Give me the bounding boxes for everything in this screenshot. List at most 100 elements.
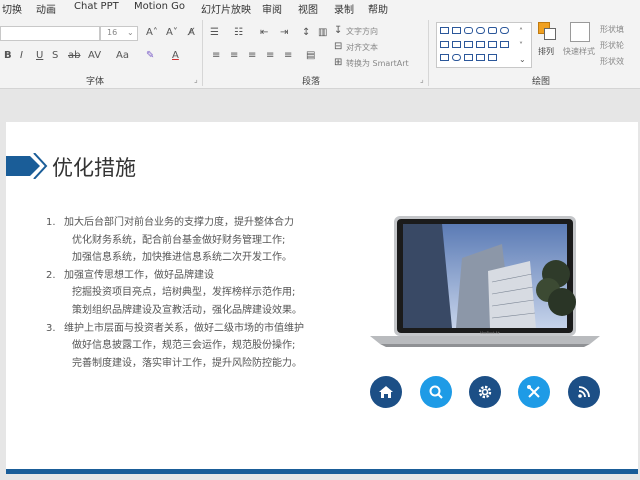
align-text-button[interactable]: 对齐文本 xyxy=(346,42,378,53)
slide-bottom-bar xyxy=(6,469,638,474)
tab-transitions[interactable]: 切换 xyxy=(2,1,22,16)
smartart-icon[interactable]: ⊞ xyxy=(334,57,342,69)
gallery-scroll-down-icon[interactable]: ˅ xyxy=(519,41,523,50)
columns-icon[interactable]: ▥ xyxy=(318,27,327,39)
laptop-image[interactable]: MacBook Air xyxy=(370,216,600,348)
paragraph-dialog-launcher-icon[interactable]: ⌟ xyxy=(420,75,424,84)
clear-format-icon[interactable]: A̸ xyxy=(188,27,195,39)
separator xyxy=(428,20,429,86)
elbow-shape-icon[interactable] xyxy=(488,41,497,48)
list-text: 加强宣传思想工作，做好品牌建设 xyxy=(64,269,214,281)
tab-record[interactable]: 录制 xyxy=(334,1,354,16)
shape-outline-button[interactable]: 形状轮 xyxy=(600,40,624,51)
tab-help[interactable]: 帮助 xyxy=(368,1,388,16)
align-text-icon[interactable]: ⊟ xyxy=(334,41,342,53)
increase-indent-icon[interactable]: ⇥ xyxy=(280,27,288,39)
font-dialog-launcher-icon[interactable]: ⌟ xyxy=(194,75,198,84)
list-item: 2. 加强宣传思想工作，做好品牌建设 xyxy=(46,267,304,285)
round-corner-shape-icon[interactable] xyxy=(488,27,497,34)
home-button[interactable] xyxy=(370,376,402,408)
tab-slideshow[interactable]: 幻灯片放映 xyxy=(201,1,251,16)
list-subitem: 策划组织品牌建设及宣教活动，强化品牌建设效果。 xyxy=(46,302,304,320)
paragraph-group-label: 段落 xyxy=(302,77,321,87)
strikethrough-icon[interactable]: ab xyxy=(68,50,80,62)
convert-smartart-button[interactable]: 转换为 SmartArt xyxy=(346,58,409,69)
tab-motion-go[interactable]: Motion Go xyxy=(134,1,185,12)
list-number: 3. xyxy=(46,322,56,334)
distributed-icon[interactable]: ≡ xyxy=(284,50,292,62)
justify-icon[interactable]: ≡ xyxy=(266,50,274,62)
bold-icon[interactable]: B xyxy=(4,50,12,62)
tab-chat-ppt[interactable]: Chat PPT xyxy=(74,1,119,12)
connector-shape-icon[interactable] xyxy=(476,41,485,48)
callout-shape-icon[interactable] xyxy=(488,54,497,61)
textbox-shape-icon[interactable] xyxy=(440,27,449,34)
scribble-shape-icon[interactable] xyxy=(452,54,461,61)
columns-alt-icon[interactable]: ▤ xyxy=(306,50,315,62)
gallery-scroll-up-icon[interactable]: ˄ xyxy=(519,27,523,36)
arrange-icon[interactable] xyxy=(538,22,556,40)
arrange-button[interactable]: 排列 xyxy=(538,46,554,57)
tab-animations[interactable]: 动画 xyxy=(36,1,56,16)
shape-effects-button[interactable]: 形状效 xyxy=(600,56,624,67)
list-text: 加大后台部门对前台业务的支撑力度，提升整体合力 xyxy=(64,217,294,228)
numbering-icon[interactable]: ☷ xyxy=(234,27,243,39)
home-icon xyxy=(379,386,393,398)
tab-view[interactable]: 视图 xyxy=(298,1,318,16)
rectangle-shape-icon[interactable] xyxy=(452,27,461,34)
tools-button[interactable] xyxy=(518,376,550,408)
ellipse-shape-icon[interactable] xyxy=(500,27,509,34)
star-shape-icon[interactable] xyxy=(476,54,485,61)
triangle-shape-icon[interactable] xyxy=(440,41,449,48)
measures-list[interactable]: 1. 加大后台部门对前台业务的支撑力度，提升整体合力 优化财务系统，配合前台基金做… xyxy=(46,214,304,372)
list-text: 完善制度建设，落实审计工作，提升风险防控能力。 xyxy=(72,357,302,369)
gallery-more-icon[interactable]: ⌄ xyxy=(519,55,526,64)
shadow-icon[interactable]: S xyxy=(52,50,58,62)
search-button[interactable] xyxy=(420,376,452,408)
align-center-icon[interactable]: ≡ xyxy=(230,50,238,62)
slide[interactable]: 优化措施 1. 加大后台部门对前台业务的支撑力度，提升整体合力 优化财务系统，配合… xyxy=(6,122,638,474)
rounded-rect-shape-icon[interactable] xyxy=(464,27,473,34)
align-left-icon[interactable]: ≡ xyxy=(212,50,220,62)
italic-icon[interactable]: I xyxy=(20,50,23,62)
list-subitem: 做好信息披露工作，规范三会运作，规范股份操作; xyxy=(46,337,304,355)
line-shape-icon[interactable] xyxy=(452,41,461,48)
rss-button[interactable] xyxy=(568,376,600,408)
font-size-value: 16 xyxy=(107,28,118,37)
shapes-gallery[interactable]: ˄ ˅ ⌄ xyxy=(436,22,532,68)
oval-shape-icon[interactable] xyxy=(476,27,485,34)
settings-button[interactable] xyxy=(469,376,501,408)
list-subitem: 挖掘投资项目亮点，培树典型，发挥榜样示范作用; xyxy=(46,284,304,302)
font-color-icon[interactable]: A xyxy=(172,50,179,62)
line-spacing-icon[interactable]: ↕ xyxy=(302,27,310,39)
bullets-icon[interactable]: ☰ xyxy=(210,27,219,39)
shrink-font-icon[interactable]: A˅ xyxy=(166,27,178,39)
quick-styles-button[interactable]: 快速样式 xyxy=(563,46,595,57)
text-direction-icon[interactable]: ↧ xyxy=(334,25,342,37)
curve-shape-icon[interactable] xyxy=(500,41,509,48)
freeform-shape-icon[interactable] xyxy=(440,54,449,61)
decrease-indent-icon[interactable]: ⇤ xyxy=(260,27,268,39)
rss-icon xyxy=(578,386,590,398)
quick-styles-icon[interactable] xyxy=(570,22,590,42)
brace-shape-icon[interactable] xyxy=(464,54,473,61)
tab-review[interactable]: 审阅 xyxy=(262,1,282,16)
arrow-shape-icon[interactable] xyxy=(464,41,473,48)
font-group-label: 字体 xyxy=(86,77,105,87)
font-size-dropdown-icon[interactable]: ⌄ xyxy=(127,28,134,37)
slide-title[interactable]: 优化措施 xyxy=(52,152,136,182)
list-number: 2. xyxy=(46,269,56,281)
separator xyxy=(202,20,203,86)
font-name-box[interactable] xyxy=(0,26,100,41)
text-direction-button[interactable]: 文字方向 xyxy=(346,26,378,37)
char-spacing-icon[interactable]: AV xyxy=(88,50,101,62)
gear-icon xyxy=(478,385,492,399)
highlight-icon[interactable]: ✎ xyxy=(146,50,154,62)
shape-fill-button[interactable]: 形状填 xyxy=(600,24,624,35)
grow-font-icon[interactable]: A˄ xyxy=(146,27,158,39)
change-case-icon[interactable]: Aa xyxy=(116,50,129,62)
underline-icon[interactable]: U xyxy=(36,50,43,62)
font-size-box[interactable]: 16 ⌄ xyxy=(100,26,138,41)
drawing-group-label: 绘图 xyxy=(532,77,551,87)
align-right-icon[interactable]: ≡ xyxy=(248,50,256,62)
